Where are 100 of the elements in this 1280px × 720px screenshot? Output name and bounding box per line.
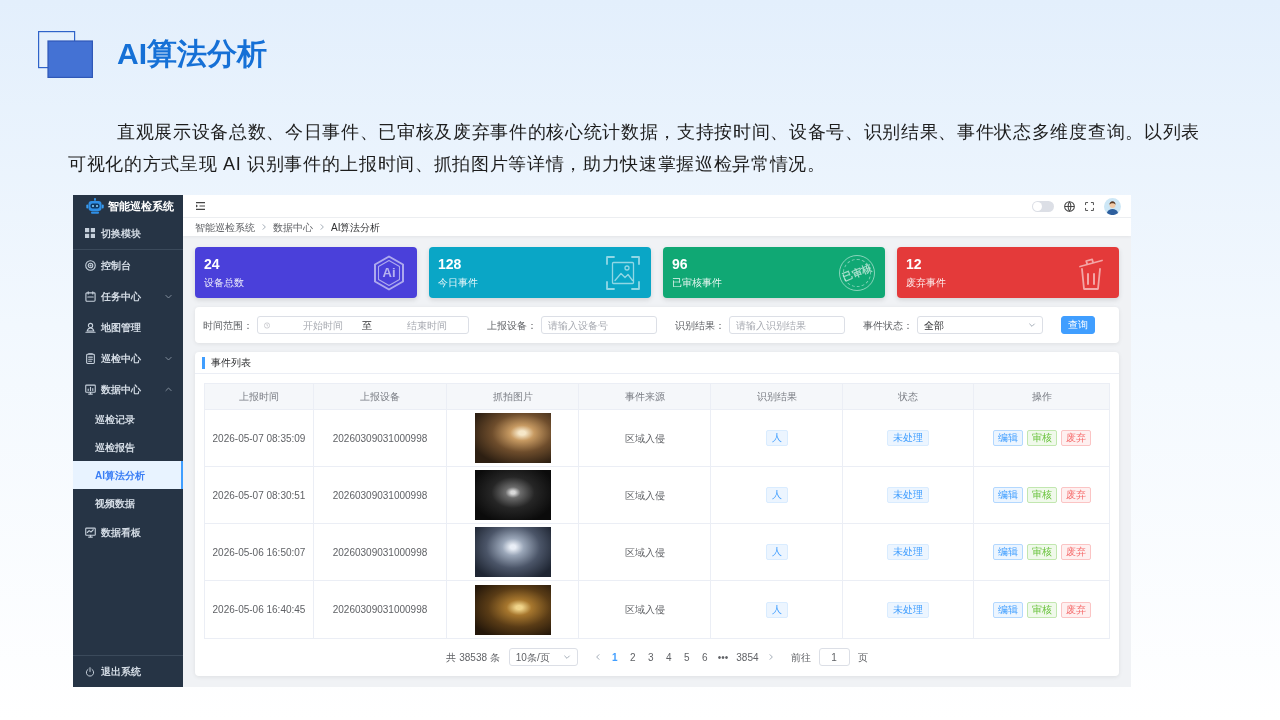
stat-label: 已审核事件 — [672, 277, 722, 289]
table-cell: 20260309031000998 — [314, 467, 447, 524]
slide-title: AI算法分析 — [117, 39, 267, 69]
nav-subitem[interactable]: AI算法分析 — [73, 461, 183, 489]
stat-label: 今日事件 — [438, 277, 478, 289]
picture-icon — [605, 254, 641, 291]
target-icon — [85, 260, 96, 271]
status-tag: 未处理 — [887, 430, 929, 446]
status-tag: 未处理 — [887, 487, 929, 503]
chevron-right-icon — [318, 223, 326, 231]
table-cell: 区域入侵 — [579, 467, 711, 524]
nav-item[interactable]: 数据看板 — [73, 517, 183, 548]
result-input[interactable]: 请输入识别结果 — [729, 316, 845, 334]
status-select[interactable]: 全部 — [917, 316, 1043, 334]
status-tag: 未处理 — [887, 544, 929, 560]
nav-subitem[interactable]: 巡检记录 — [73, 405, 183, 433]
table-cell: 2026-05-06 16:50:07 — [205, 524, 314, 581]
goto-label: 前往 — [790, 650, 811, 665]
filter-label: 上报设备： — [487, 318, 537, 333]
avatar-icon[interactable] — [1104, 197, 1121, 215]
table-cell: 2026-05-06 16:40:45 — [205, 581, 314, 638]
page-link[interactable]: 5 — [681, 649, 692, 665]
table-cell: 区域入侵 — [579, 581, 711, 638]
page-link[interactable]: 4 — [663, 649, 674, 665]
stat-value: 128 — [438, 256, 463, 272]
stat-label: 设备总数 — [204, 277, 244, 289]
nav-item[interactable]: 巡检中心 — [73, 343, 183, 374]
total-count: 共 38538 条 — [446, 650, 500, 665]
date-range-field[interactable]: 开始时间 至 结束时间 — [257, 316, 469, 334]
chevron-down-icon — [1028, 321, 1036, 329]
title-decoration-icon — [38, 30, 93, 78]
result-tag: 人 — [765, 544, 788, 560]
breadcrumb-link[interactable]: 智能巡检系统 — [195, 219, 255, 235]
nav-item[interactable]: 控制台 — [73, 250, 183, 281]
table-cell: 区域入侵 — [579, 524, 711, 581]
monitor-icon — [85, 527, 96, 538]
calendar-icon — [85, 291, 96, 302]
page-link[interactable]: ••• — [717, 649, 729, 665]
list-title: 事件列表 — [211, 356, 251, 370]
monitor-chart-icon — [85, 384, 96, 395]
page-link[interactable]: 3 — [645, 649, 656, 665]
page-input[interactable]: 1 — [818, 648, 850, 666]
power-icon — [85, 666, 95, 677]
result-tag: 人 — [765, 430, 788, 446]
page-link[interactable]: 3854 — [736, 649, 759, 665]
clipboard-icon — [85, 353, 96, 364]
globe-icon[interactable] — [1064, 200, 1075, 212]
column-header: 识别结果 — [711, 384, 843, 410]
breadcrumb-link[interactable]: AI算法分析 — [331, 219, 381, 235]
grid-icon — [85, 228, 95, 238]
table-cell: 20260309031000998 — [314, 410, 447, 467]
page-suffix: 页 — [857, 650, 868, 665]
stat-value: 12 — [906, 256, 923, 272]
table-cell: 20260309031000998 — [314, 524, 447, 581]
column-header: 上报设备 — [314, 384, 447, 410]
logout-item[interactable]: 退出系统 — [73, 655, 183, 687]
table-cell: 20260309031000998 — [314, 581, 447, 638]
person-pin-icon — [85, 322, 96, 333]
filter-label: 识别结果： — [675, 318, 725, 333]
nav-subitem[interactable]: 视频数据 — [73, 489, 183, 517]
column-header: 操作 — [974, 384, 1109, 410]
breadcrumb-link[interactable]: 数据中心 — [273, 219, 313, 235]
start-time-input[interactable]: 开始时间 — [288, 317, 358, 333]
chevron-down-icon — [562, 653, 571, 661]
status-tag: 未处理 — [887, 601, 929, 618]
table-cell: 2026-05-07 08:35:09 — [205, 410, 314, 467]
description-paragraph: 直观展示设备总数、今日事件、已审核及废弃事件的核心统计数据，支持按时间、设备号、识别结果、事件状态多维度查询。以列表可视化的方式呈现 AI 识别事件的上报时间、抓拍图片等详情，助力快速掌握巡检异常情况。 — [68, 121, 1201, 176]
result-tag: 人 — [765, 601, 788, 618]
result-tag: 人 — [765, 487, 788, 503]
toggle-switch[interactable] — [1032, 200, 1054, 212]
device-input[interactable]: 请输入设备号 — [541, 316, 657, 334]
column-header: 事件来源 — [579, 384, 711, 410]
chevron-right-icon — [260, 223, 268, 231]
stat-value: 24 — [204, 256, 221, 272]
stat-label: 废弃事件 — [906, 277, 946, 289]
table-cell: 区域入侵 — [579, 410, 711, 467]
filter-label: 时间范围： — [203, 318, 253, 333]
nav-subitem[interactable]: 巡检报告 — [73, 433, 183, 461]
clock-icon — [264, 320, 270, 330]
end-time-input[interactable]: 结束时间 — [392, 317, 462, 333]
page-size-select[interactable]: 10条/页 — [508, 648, 578, 666]
nav-item[interactable]: 地图管理 — [73, 312, 183, 343]
switch-module-item[interactable]: 切换模块 — [73, 217, 183, 250]
nav-item[interactable]: 数据中心 — [73, 374, 183, 405]
stat-value: 96 — [672, 256, 689, 272]
robot-icon — [86, 198, 104, 214]
page-link[interactable]: 6 — [699, 649, 710, 665]
column-header: 抓拍图片 — [447, 384, 579, 410]
range-separator: 至 — [362, 318, 372, 333]
page-link[interactable]: 2 — [627, 649, 638, 665]
menu-icon[interactable] — [196, 202, 205, 210]
column-header: 状态 — [843, 384, 974, 410]
logo-text: 智能巡检系统 — [108, 198, 174, 214]
column-header: 上报时间 — [205, 384, 314, 410]
icon-text: Ai — [382, 263, 396, 282]
table-cell: 2026-05-07 08:30:51 — [205, 467, 314, 524]
hexagon-icon — [371, 254, 407, 291]
fullscreen-icon[interactable] — [1085, 201, 1094, 211]
accent-bar-icon — [202, 356, 205, 369]
nav-item[interactable]: 任务中心 — [73, 281, 183, 312]
